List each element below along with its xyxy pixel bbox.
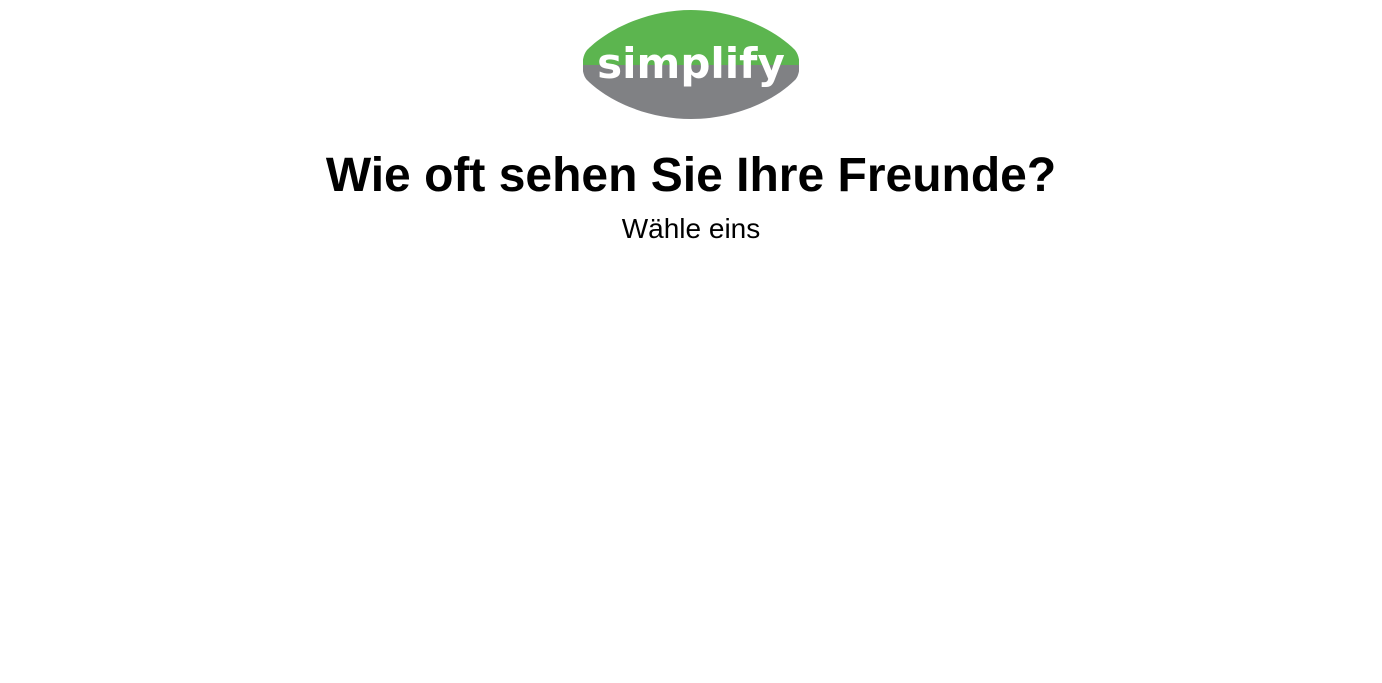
survey-instruction: Wähle eins [621, 213, 761, 244]
answer-options-area [0, 260, 1382, 660]
logo-wordmark: simplify [597, 39, 785, 88]
simplify-logo: simplify [583, 10, 799, 119]
survey-question: Wie oft sehen Sie Ihre Freunde? [325, 149, 1057, 202]
